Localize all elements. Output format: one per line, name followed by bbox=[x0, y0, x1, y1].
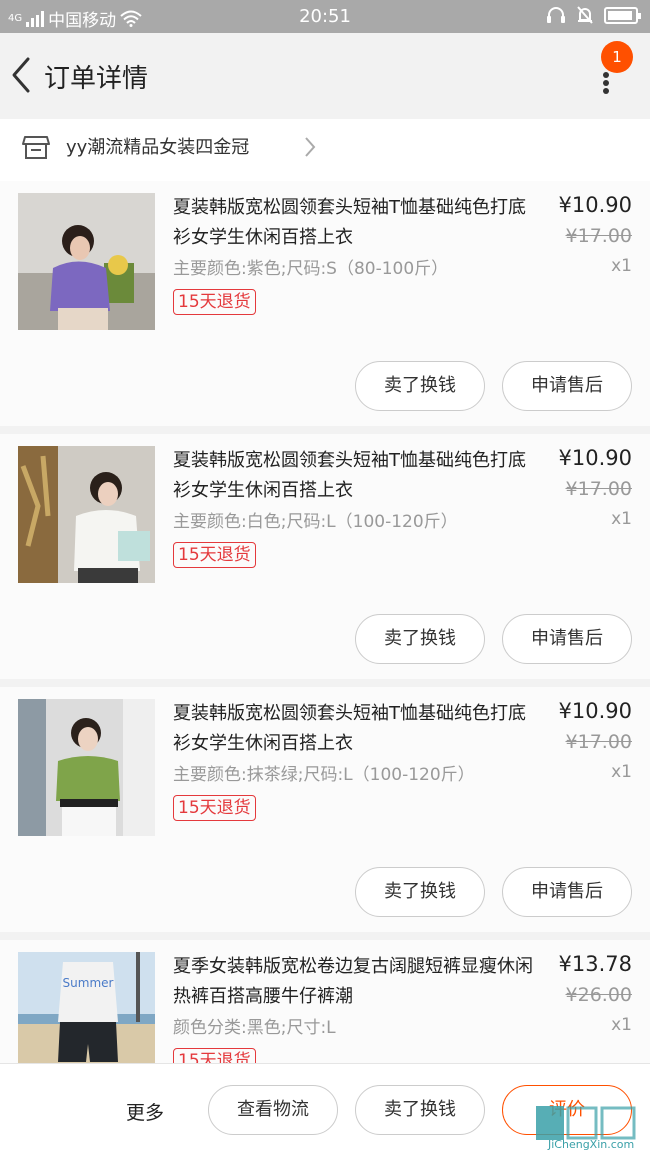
order-item[interactable]: Summer 夏季女装韩版宽松卷边复古阔腿短裤显瘦休闲热裤百搭高腰牛仔裤潮 颜色… bbox=[0, 940, 650, 1063]
after-sale-button[interactable]: 申请售后 bbox=[502, 614, 632, 664]
back-arrow-icon[interactable] bbox=[6, 55, 36, 95]
original-price: ¥17.00 bbox=[565, 731, 632, 753]
battery-icon bbox=[604, 6, 641, 24]
notification-badge[interactable]: 1 bbox=[601, 41, 633, 73]
order-item[interactable]: 夏装韩版宽松圆领套头短袖T恤基础纯色打底衫女学生休闲百搭上衣 主要颜色:紫色;尺… bbox=[0, 181, 650, 426]
order-item[interactable]: 夏装韩版宽松圆领套头短袖T恤基础纯色打底衫女学生休闲百搭上衣 主要颜色:抹茶绿;… bbox=[0, 687, 650, 932]
shop-row[interactable]: yy潮流精品女装四金冠 bbox=[0, 119, 650, 181]
product-quantity: x1 bbox=[611, 509, 632, 529]
product-spec: 主要颜色:白色;尺码:L（100-120斤） bbox=[173, 512, 458, 532]
sell-button[interactable]: 卖了换钱 bbox=[355, 1085, 485, 1135]
status-bar: 4G 中国移动 20:51 bbox=[0, 0, 650, 33]
product-image[interactable] bbox=[18, 446, 155, 583]
product-spec: 主要颜色:紫色;尺码:S（80-100斤） bbox=[173, 259, 449, 279]
after-sale-button[interactable]: 申请售后 bbox=[502, 867, 632, 917]
product-price: ¥13.78 bbox=[558, 952, 632, 976]
view-logistics-button[interactable]: 查看物流 bbox=[208, 1085, 338, 1135]
chevron-right-icon bbox=[305, 137, 316, 157]
product-quantity: x1 bbox=[611, 762, 632, 782]
original-price: ¥17.00 bbox=[565, 225, 632, 247]
product-price: ¥10.90 bbox=[558, 446, 632, 470]
after-sale-button[interactable]: 申请售后 bbox=[502, 361, 632, 411]
product-title[interactable]: 夏装韩版宽松圆领套头短袖T恤基础纯色打底衫女学生休闲百搭上衣 bbox=[173, 193, 541, 253]
product-quantity: x1 bbox=[611, 256, 632, 276]
product-image[interactable]: Summer bbox=[18, 952, 155, 1063]
return-policy-tag: 15天退货 bbox=[173, 1048, 256, 1063]
thumb-shirt-text: Summer bbox=[63, 976, 114, 990]
return-policy-tag: 15天退货 bbox=[173, 542, 256, 568]
return-policy-tag: 15天退货 bbox=[173, 289, 256, 315]
product-image[interactable] bbox=[18, 193, 155, 330]
product-price: ¥10.90 bbox=[558, 699, 632, 723]
product-quantity: x1 bbox=[611, 1015, 632, 1035]
sell-button[interactable]: 卖了换钱 bbox=[355, 867, 485, 917]
more-button[interactable]: 更多 bbox=[126, 1098, 164, 1125]
product-price: ¥10.90 bbox=[558, 193, 632, 217]
product-image[interactable] bbox=[18, 699, 155, 836]
more-vertical-icon[interactable] bbox=[596, 71, 616, 95]
order-item[interactable]: 夏装韩版宽松圆领套头短袖T恤基础纯色打底衫女学生休闲百搭上衣 主要颜色:白色;尺… bbox=[0, 434, 650, 679]
shop-name: yy潮流精品女装四金冠 bbox=[66, 137, 250, 158]
store-icon bbox=[22, 136, 50, 159]
return-policy-tag: 15天退货 bbox=[173, 795, 256, 821]
original-price: ¥26.00 bbox=[565, 984, 632, 1006]
original-price: ¥17.00 bbox=[565, 478, 632, 500]
product-title[interactable]: 夏装韩版宽松圆领套头短袖T恤基础纯色打底衫女学生休闲百搭上衣 bbox=[173, 446, 541, 506]
product-spec: 主要颜色:抹茶绿;尺码:L（100-120斤） bbox=[173, 765, 475, 785]
sell-button[interactable]: 卖了换钱 bbox=[355, 361, 485, 411]
sell-button[interactable]: 卖了换钱 bbox=[355, 614, 485, 664]
headset-icon bbox=[547, 7, 565, 23]
product-title[interactable]: 夏装韩版宽松圆领套头短袖T恤基础纯色打底衫女学生休闲百搭上衣 bbox=[173, 699, 541, 759]
watermark-text: JiChengXin.com bbox=[548, 1138, 635, 1151]
mute-bell-icon bbox=[577, 6, 593, 24]
status-right bbox=[546, 5, 641, 25]
page-title: 订单详情 bbox=[44, 64, 149, 94]
header: 订单详情 bbox=[0, 33, 650, 119]
product-title[interactable]: 夏季女装韩版宽松卷边复古阔腿短裤显瘦休闲热裤百搭高腰牛仔裤潮 bbox=[173, 952, 541, 1012]
product-spec: 颜色分类:黑色;尺寸:L bbox=[173, 1018, 336, 1038]
